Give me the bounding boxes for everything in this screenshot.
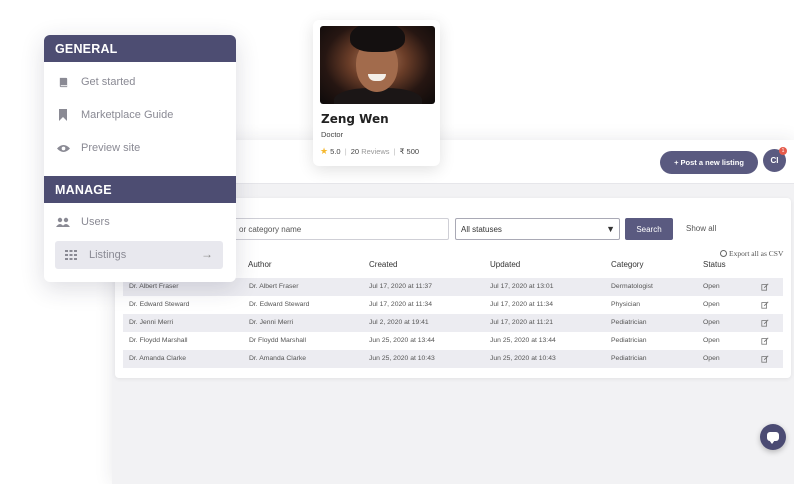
section-heading-manage: MANAGE	[44, 176, 236, 203]
divider: |	[344, 147, 347, 156]
sidebar-item-get-started[interactable]: Get started	[55, 68, 223, 96]
cell-category: Pediatrician	[611, 319, 647, 326]
profile-card[interactable]: Zeng Wen Doctor ★ 5.0 | 20 Reviews | ₹ 5…	[313, 20, 440, 166]
cell-updated: Jun 25, 2020 at 10:43	[490, 355, 556, 362]
profile-reviews-count: 20	[350, 147, 360, 156]
sidebar: GENERAL Get started Marketplace Guide Pr…	[44, 35, 236, 282]
cell-author: Dr Floydd Marshall	[249, 337, 307, 344]
cell-updated: Jul 17, 2020 at 13:01	[490, 283, 554, 290]
cell-name[interactable]: Dr. Floydd Marshall	[129, 332, 188, 350]
table-row[interactable]: Dr. Jenni Merri Dr. Jenni Merri Jul 2, 2…	[123, 314, 783, 332]
table-row[interactable]: Dr. Floydd Marshall Dr Floydd Marshall J…	[123, 332, 783, 350]
cell-status: Open	[703, 301, 720, 308]
show-all-link[interactable]: Show all	[686, 224, 716, 233]
sidebar-item-label: Users	[81, 216, 110, 228]
users-icon	[55, 217, 71, 227]
cell-author: Dr. Jenni Merri	[249, 319, 294, 326]
cell-updated: Jun 25, 2020 at 13:44	[490, 337, 556, 344]
cell-author: Dr. Amanda Clarke	[249, 355, 307, 362]
caret-down-icon: ▼	[606, 224, 615, 234]
edit-icon[interactable]	[761, 337, 769, 345]
cell-status: Open	[703, 337, 720, 344]
cell-name[interactable]: Dr. Jenni Merri	[129, 314, 173, 332]
cell-created: Jul 2, 2020 at 19:41	[369, 319, 429, 326]
column-header-updated[interactable]: Updated	[490, 260, 520, 269]
cell-updated: Jul 17, 2020 at 11:21	[490, 319, 553, 326]
table-row[interactable]: Dr. Edward Steward Dr. Edward Steward Ju…	[123, 296, 783, 314]
profile-reviews-label: Reviews	[361, 147, 390, 156]
arrow-right-icon: →	[201, 247, 213, 261]
star-icon: ★	[320, 146, 329, 156]
export-icon	[720, 250, 727, 257]
search-button[interactable]: Search	[625, 218, 673, 240]
section-heading-general: GENERAL	[44, 35, 236, 62]
profile-rating: 5.0	[330, 147, 341, 156]
export-csv-label: Export all as CSV	[729, 249, 784, 258]
cell-name[interactable]: Dr. Edward Steward	[129, 296, 189, 314]
profile-price: ₹ 500	[399, 147, 420, 156]
cell-category: Pediatrician	[611, 355, 647, 362]
grid-icon	[63, 250, 79, 260]
cell-name[interactable]: Dr. Amanda Clarke	[129, 350, 186, 368]
notification-badge: 1	[779, 147, 787, 155]
profile-meta: ★ 5.0 | 20 Reviews | ₹ 500	[320, 146, 419, 157]
sidebar-item-listings[interactable]: Listings →	[55, 241, 223, 269]
status-select[interactable]: All statuses ▼	[455, 218, 620, 240]
sidebar-item-users[interactable]: Users	[55, 208, 223, 236]
edit-icon[interactable]	[761, 301, 769, 309]
table-body: Dr. Albert Fraser Dr. Albert Fraser Jul …	[123, 278, 783, 368]
cell-category: Pediatrician	[611, 337, 647, 344]
sidebar-item-label: Preview site	[81, 142, 141, 154]
profile-role: Doctor	[321, 130, 344, 139]
cell-author: Dr. Edward Steward	[249, 301, 310, 308]
sidebar-item-label: Marketplace Guide	[81, 109, 174, 121]
edit-icon[interactable]	[761, 319, 769, 327]
sidebar-item-label: Listings	[89, 249, 127, 261]
cell-created: Jun 25, 2020 at 10:43	[369, 355, 435, 362]
export-csv-link[interactable]: Export all as CSV	[720, 249, 783, 258]
cell-category: Physician	[611, 301, 641, 308]
divider: |	[393, 147, 396, 156]
eye-icon	[55, 144, 71, 153]
chat-icon[interactable]	[760, 424, 786, 450]
cell-created: Jul 17, 2020 at 11:37	[369, 283, 432, 290]
cell-status: Open	[703, 319, 720, 326]
column-header-author[interactable]: Author	[248, 260, 272, 269]
profile-name: Zeng Wen	[321, 112, 389, 126]
column-header-status[interactable]: Status	[703, 260, 726, 269]
cell-created: Jun 25, 2020 at 13:44	[369, 337, 435, 344]
cell-author: Dr. Albert Fraser	[249, 283, 299, 290]
cell-updated: Jul 17, 2020 at 11:34	[490, 301, 553, 308]
edit-icon[interactable]	[761, 283, 769, 291]
column-header-created[interactable]: Created	[369, 260, 397, 269]
status-select-value: All statuses	[461, 224, 502, 234]
profile-photo	[320, 26, 435, 104]
sidebar-item-preview-site[interactable]: Preview site	[55, 134, 223, 162]
cell-category: Dermatologist	[611, 283, 653, 290]
book-icon	[55, 77, 71, 88]
search-input[interactable]: or category name	[234, 218, 449, 240]
post-new-listing-button[interactable]: + Post a new listing	[660, 151, 758, 174]
bookmark-icon	[55, 109, 71, 121]
sidebar-item-label: Get started	[81, 76, 136, 88]
cell-status: Open	[703, 355, 720, 362]
cell-status: Open	[703, 283, 720, 290]
sidebar-item-marketplace-guide[interactable]: Marketplace Guide	[55, 101, 223, 129]
column-header-category[interactable]: Category	[611, 260, 643, 269]
table-row[interactable]: Dr. Amanda Clarke Dr. Amanda Clarke Jun …	[123, 350, 783, 368]
cell-created: Jul 17, 2020 at 11:34	[369, 301, 432, 308]
edit-icon[interactable]	[761, 355, 769, 363]
